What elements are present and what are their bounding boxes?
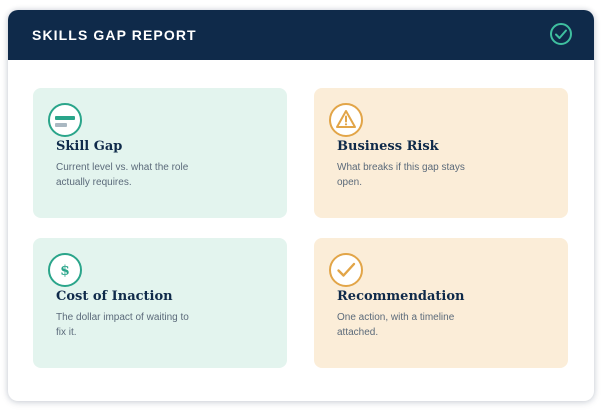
bars-icon — [48, 103, 82, 137]
card-cost-of-inaction: $ Cost of Inaction The dollar impact of … — [33, 238, 287, 368]
card-description: What breaks if this gap stays open. — [337, 162, 465, 188]
report-header: SKILLS GAP REPORT — [8, 10, 594, 60]
card-recommendation: Recommendation One action, with a timeli… — [314, 238, 568, 368]
dollar-icon: $ — [48, 253, 82, 287]
card-title: Business Risk — [337, 139, 439, 154]
card-title: Recommendation — [337, 289, 465, 304]
card-business-risk: Business Risk What breaks if this gap st… — [314, 88, 568, 218]
card-description: Current level vs. what the role actually… — [56, 162, 189, 188]
svg-text:$: $ — [60, 263, 70, 279]
card-description: The dollar impact of waiting to fix it. — [56, 312, 189, 338]
card-skill-gap: Skill Gap Current level vs. what the rol… — [33, 88, 287, 218]
report-title: SKILLS GAP REPORT — [32, 27, 197, 43]
check-circle-icon — [550, 23, 572, 45]
card-title: Cost of Inaction — [56, 289, 173, 304]
checkmark-icon — [329, 253, 363, 287]
warning-icon — [329, 103, 363, 137]
card-title: Skill Gap — [56, 139, 123, 154]
report-window: SKILLS GAP REPORT Skill Gap Current leve… — [8, 10, 594, 401]
card-description: One action, with a timeline attached. — [337, 312, 455, 338]
